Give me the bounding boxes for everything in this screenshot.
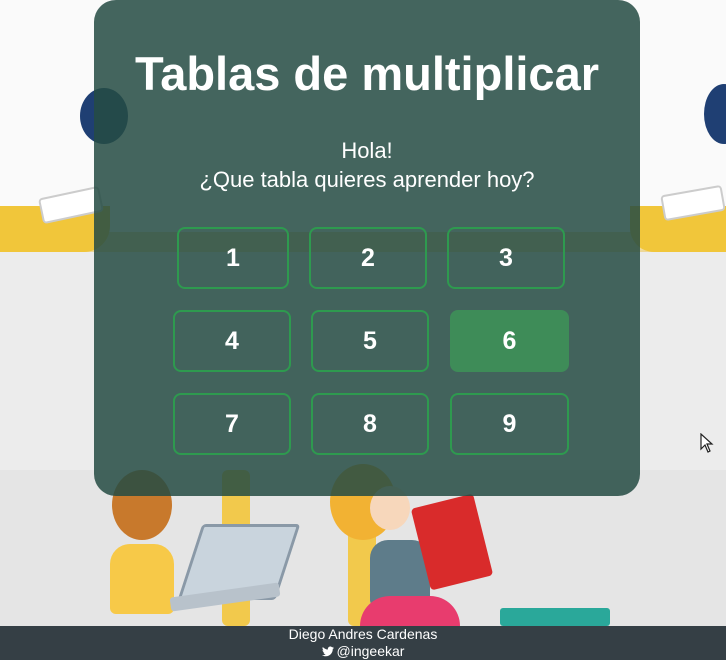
table-button-7[interactable]: 7: [173, 393, 291, 455]
page-title: Tablas de multiplicar: [134, 47, 600, 100]
table-button-2[interactable]: 2: [309, 227, 427, 289]
selection-panel: Tablas de multiplicar Hola! ¿Que tabla q…: [94, 0, 640, 496]
footer: Diego Andres Cardenas @ingeekar: [0, 626, 726, 660]
mouse-cursor-icon: [700, 433, 714, 453]
table-button-6[interactable]: 6: [450, 310, 569, 372]
twitter-icon: [321, 646, 334, 657]
footer-author: Diego Andres Cardenas: [288, 626, 438, 642]
background-teal-book: [500, 608, 610, 626]
twitter-link[interactable]: @ingeekar: [321, 643, 405, 659]
greeting-hello: Hola!: [341, 138, 393, 163]
table-button-9[interactable]: 9: [450, 393, 569, 455]
background-skirt: [360, 596, 460, 626]
table-button-1[interactable]: 1: [177, 227, 289, 289]
table-button-3[interactable]: 3: [447, 227, 565, 289]
table-button-5[interactable]: 5: [311, 310, 429, 372]
greeting: Hola! ¿Que tabla quieres aprender hoy?: [94, 136, 640, 194]
twitter-handle: @ingeekar: [336, 643, 405, 659]
table-button-4[interactable]: 4: [173, 310, 291, 372]
greeting-question: ¿Que tabla quieres aprender hoy?: [199, 167, 535, 192]
table-button-8[interactable]: 8: [311, 393, 429, 455]
background-child: [110, 544, 174, 614]
